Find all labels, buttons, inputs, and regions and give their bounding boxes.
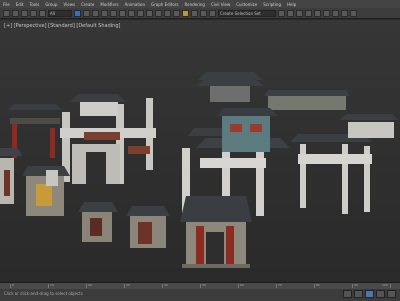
spinner-snap-icon[interactable] [209, 9, 216, 17]
menu-help[interactable]: Help [287, 2, 296, 7]
rectangular-selection-icon[interactable] [92, 9, 99, 17]
keyboard-shortcut-icon[interactable] [173, 9, 180, 17]
play-icon[interactable] [365, 290, 374, 298]
selection-filter-dropdown[interactable]: All [48, 9, 72, 17]
go-to-start-icon[interactable] [343, 290, 352, 298]
menu-graph-editors[interactable]: Graph Editors [151, 2, 178, 7]
timeline-tick [352, 284, 353, 288]
pivot-center-icon[interactable] [155, 9, 162, 17]
status-bar: 0 10 20 30 40 50 60 70 80 90 100 Click o… [0, 282, 400, 301]
far-right-gate [290, 114, 398, 214]
timeline-tick [390, 284, 391, 288]
frame-label: 0 [12, 283, 14, 287]
timeline-tick [48, 284, 49, 288]
back-gate-roof [196, 72, 264, 86]
timeline-tick [238, 284, 239, 288]
timeline-tick [10, 284, 11, 288]
left-paifang [60, 94, 156, 184]
right-wall [264, 90, 350, 110]
timeline-tick [124, 284, 125, 288]
link-icon[interactable] [21, 9, 28, 17]
scene-render [0, 72, 398, 268]
mirror-icon[interactable] [278, 9, 285, 17]
timeline-tick [276, 284, 277, 288]
render-setup-icon[interactable] [332, 9, 339, 17]
align-icon[interactable] [287, 9, 294, 17]
render-production-icon[interactable] [350, 9, 357, 17]
menu-animation[interactable]: Animation [125, 2, 145, 7]
timeline-tick [200, 284, 201, 288]
undo-icon[interactable] [3, 9, 10, 17]
layer-explorer-icon[interactable] [296, 9, 303, 17]
frame-label: 10 [50, 283, 54, 287]
timeline-tick [86, 284, 87, 288]
menu-group[interactable]: Group [45, 2, 57, 7]
menu-scripting[interactable]: Scripting [263, 2, 281, 7]
frame-label: 60 [240, 283, 244, 287]
menu-edit[interactable]: Edit [16, 2, 24, 7]
rotate-icon[interactable] [119, 9, 126, 17]
menu-customize[interactable]: Customize [236, 2, 257, 7]
go-to-end-icon[interactable] [387, 290, 396, 298]
menu-create[interactable]: Create [81, 2, 94, 7]
select-object-icon[interactable] [74, 9, 81, 17]
reference-coordinate-icon[interactable] [146, 9, 153, 17]
animation-controls [343, 290, 396, 298]
frame-label: 100 [382, 283, 388, 287]
redo-icon[interactable] [12, 9, 19, 17]
placement-icon[interactable] [137, 9, 144, 17]
front-shrine-1 [78, 202, 118, 242]
move-icon[interactable] [110, 9, 117, 17]
frame-label: 70 [278, 283, 282, 287]
window-crossing-icon[interactable] [101, 9, 108, 17]
frame-label: 30 [126, 283, 130, 287]
menu-views[interactable]: Views [64, 2, 76, 7]
percent-snap-icon[interactable] [200, 9, 207, 17]
frame-label: 80 [316, 283, 320, 287]
previous-frame-icon[interactable] [354, 290, 363, 298]
front-large-gate [180, 196, 252, 268]
angle-snap-icon[interactable] [191, 9, 198, 17]
scale-icon[interactable] [128, 9, 135, 17]
timeline-slider[interactable]: 0 10 20 30 40 50 60 70 80 90 100 [0, 283, 400, 289]
menu-civil-view[interactable]: Civil View [211, 2, 230, 7]
frame-label: 20 [88, 283, 92, 287]
next-frame-icon[interactable] [376, 290, 385, 298]
select-by-name-icon[interactable] [83, 9, 90, 17]
menu-file[interactable]: File [3, 2, 10, 7]
main-toolbar: All Create Selection Set [0, 8, 400, 19]
menu-rendering[interactable]: Rendering [185, 2, 205, 7]
curve-editor-icon[interactable] [305, 9, 312, 17]
bind-space-warp-icon[interactable] [39, 9, 46, 17]
rendered-frame-window-icon[interactable] [341, 9, 348, 17]
menu-modifiers[interactable]: Modifiers [100, 2, 118, 7]
back-gate-body [210, 86, 250, 102]
unlink-icon[interactable] [30, 9, 37, 17]
timeline-tick [314, 284, 315, 288]
frame-label: 50 [202, 283, 206, 287]
status-prompt: Click or click-and-drag to select object… [4, 291, 83, 296]
named-selection-dropdown[interactable]: Create Selection Set [218, 9, 276, 17]
snaps-toggle-icon[interactable] [182, 9, 189, 17]
menu-tools[interactable]: Tools [29, 2, 39, 7]
schematic-view-icon[interactable] [314, 9, 321, 17]
timeline-tick [162, 284, 163, 288]
material-editor-icon[interactable] [323, 9, 330, 17]
select-manipulate-icon[interactable] [164, 9, 171, 17]
right-colored-paifang [216, 108, 278, 152]
left-shrine [0, 148, 22, 204]
frame-label: 90 [354, 283, 358, 287]
perspective-viewport[interactable]: [+] [Perspective] [Standard] [Default Sh… [0, 20, 400, 282]
small-pedestal [46, 170, 58, 186]
frame-label: 40 [164, 283, 168, 287]
menu-bar: File Edit Tools Group Views Create Modif… [0, 0, 400, 8]
front-shrine-2 [126, 206, 170, 248]
